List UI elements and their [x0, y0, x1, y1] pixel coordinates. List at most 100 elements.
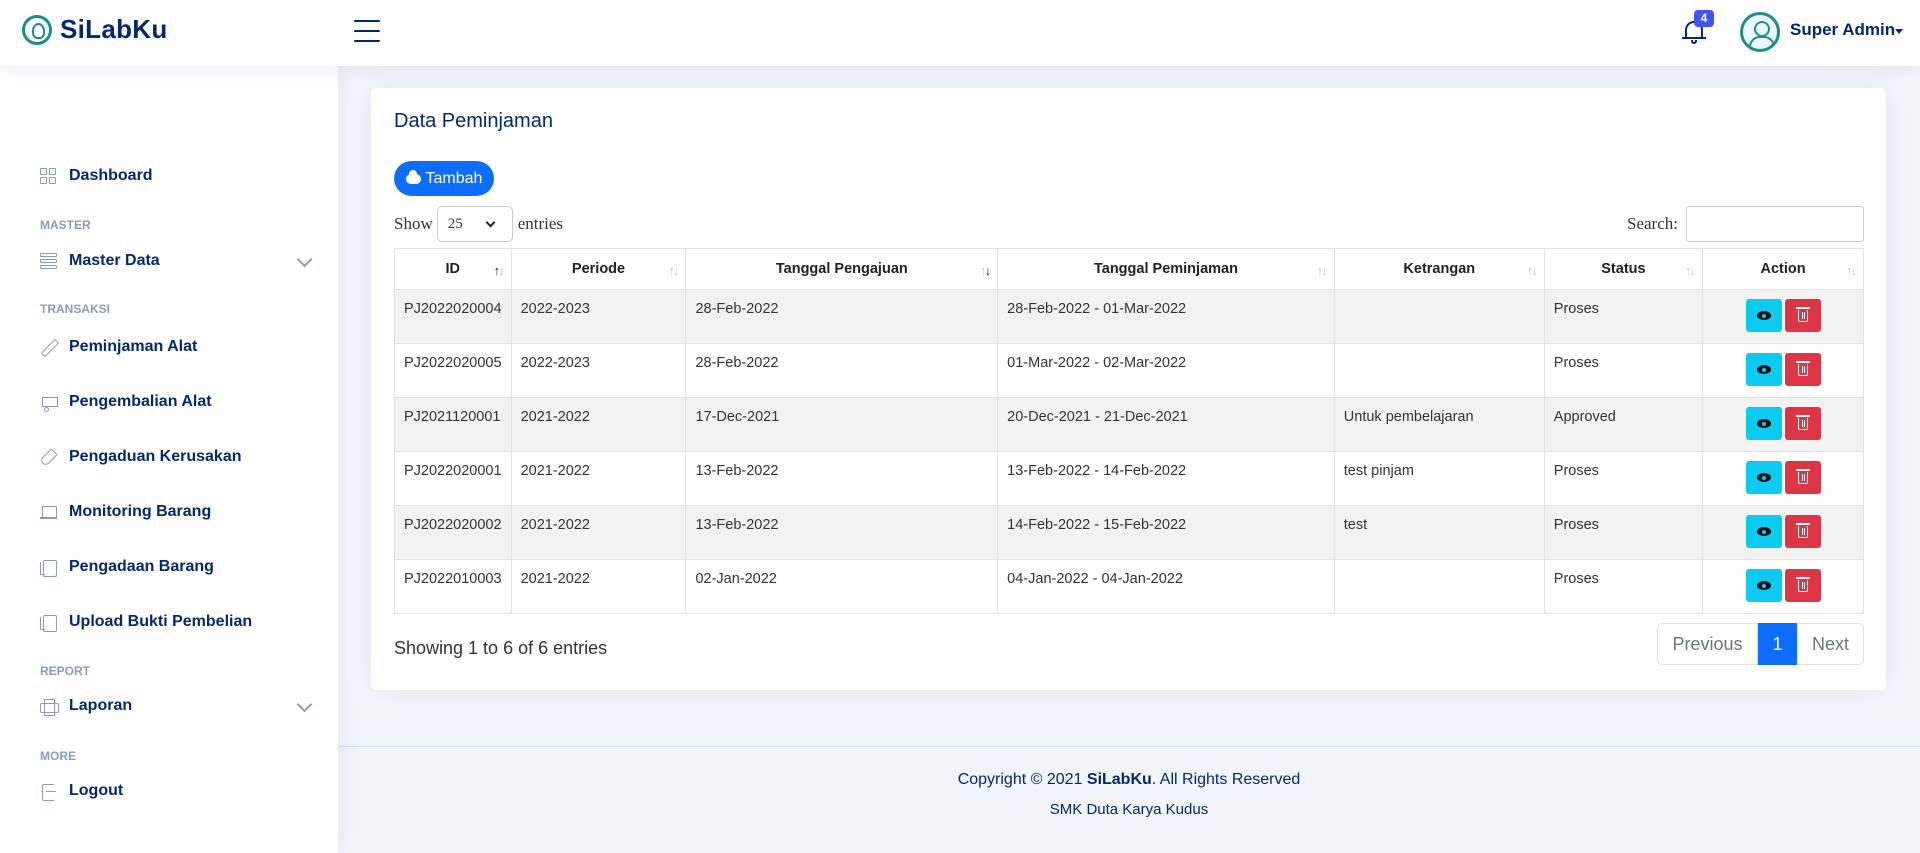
microscope-logo-icon [22, 14, 52, 45]
pagination: Previous 1 Next [1657, 623, 1864, 665]
sidebar-item-label: Pengaduan Kerusakan [69, 448, 242, 465]
sidebar-item-laporan[interactable]: Laporan [40, 692, 313, 720]
eye-icon [1756, 527, 1771, 536]
sidebar-item-label: Pengadaan Barang [69, 558, 214, 575]
previous-page-button[interactable]: Previous [1657, 623, 1758, 665]
chevron-down-icon [485, 217, 496, 228]
sidebar-item-pengadaan-barang[interactable]: Pengadaan Barang [40, 553, 310, 581]
trash-icon [1795, 415, 1810, 430]
trash-icon [1795, 523, 1810, 538]
app-logo[interactable]: SiLabKu [22, 14, 168, 45]
delete-button[interactable] [1784, 569, 1821, 602]
trash-icon [1795, 361, 1810, 376]
sort-icon: ↑↓ [1526, 263, 1538, 278]
sidebar-item-monitoring-barang[interactable]: Monitoring Barang [40, 498, 310, 526]
cell-tanggal-pengajuan: 28-Feb-2022 [685, 289, 999, 344]
delete-button[interactable] [1784, 461, 1821, 494]
school-name: SMK Duta Karya Kudus [1049, 801, 1209, 818]
sidebar-item-dashboard[interactable]: Dashboard [40, 162, 310, 190]
search-input[interactable] [1686, 206, 1864, 242]
cell-id: PJ2021120001 [394, 397, 512, 452]
sidebar-item-master-data[interactable]: Master Data [40, 247, 313, 275]
user-avatar[interactable] [1740, 12, 1780, 52]
footer: Copyright © 2021 SiLabKu. All Rights Res… [338, 746, 1920, 853]
sidebar-toggle-button[interactable] [354, 20, 380, 42]
pen-icon [40, 449, 57, 466]
column-header-id[interactable]: ID ↑↓ [394, 248, 512, 290]
hamburger-line [354, 30, 380, 32]
trash-icon [1795, 307, 1810, 322]
copyright: Copyright © 2021 SiLabKu. All Rights Res… [957, 771, 1301, 788]
sidebar-item-pengembalian-alat[interactable]: Pengembalian Alat [40, 388, 310, 416]
sidebar-heading-transaksi: TRANSAKSI [40, 302, 111, 316]
chevron-down-icon [296, 696, 313, 713]
app-name: SiLabKu [60, 14, 168, 44]
cell-action [1702, 451, 1864, 506]
copyright-brand: SiLabKu [1086, 771, 1152, 788]
sidebar-item-label: Laporan [69, 697, 133, 714]
column-header-tanggal-peminjaman[interactable]: Tanggal Peminjaman ↑↓ [997, 248, 1335, 290]
delete-button[interactable] [1784, 407, 1821, 440]
cell-periode: 2021-2022 [510, 451, 687, 506]
cell-status: Approved [1543, 397, 1704, 452]
page-1-button[interactable]: 1 [1758, 623, 1797, 665]
table-row: PJ2022020004 2022-2023 28-Feb-2022 28-Fe… [394, 289, 1864, 344]
table-info: Showing 1 to 6 of 6 entries [394, 638, 608, 658]
cell-tanggal-peminjaman: 14-Feb-2022 - 15-Feb-2022 [997, 505, 1335, 560]
delete-button[interactable] [1784, 515, 1821, 548]
sidebar-item-upload-bukti-pembelian[interactable]: Upload Bukti Pembelian [40, 608, 310, 636]
sidebar-item-pengaduan-kerusakan[interactable]: Pengaduan Kerusakan [40, 443, 310, 471]
eye-icon [1756, 419, 1771, 428]
page-length-select[interactable]: 25 [436, 206, 513, 242]
cell-tanggal-peminjaman: 20-Dec-2021 - 21-Dec-2021 [997, 397, 1335, 452]
notification-count-badge: 4 [1694, 10, 1714, 27]
delete-button[interactable] [1784, 353, 1821, 386]
cell-status: Proses [1543, 559, 1704, 614]
sidebar-item-label: Pengembalian Alat [69, 393, 212, 410]
view-button[interactable] [1745, 299, 1782, 332]
column-header-action[interactable]: Action ↑↓ [1702, 248, 1864, 290]
cell-tanggal-peminjaman: 01-Mar-2022 - 02-Mar-2022 [997, 343, 1335, 398]
column-header-periode[interactable]: Periode ↑↓ [510, 248, 687, 290]
sidebar-item-label: Dashboard [69, 167, 153, 184]
delete-button[interactable] [1784, 299, 1821, 332]
eye-icon [1756, 311, 1771, 320]
next-page-button[interactable]: Next [1797, 623, 1864, 665]
cell-action [1702, 505, 1864, 560]
cell-ketrangan [1333, 343, 1545, 398]
column-header-ketrangan[interactable]: Ketrangan ↑↓ [1333, 248, 1545, 290]
sidebar-heading-master: MASTER [40, 218, 91, 232]
documents-icon [40, 614, 57, 632]
cell-id: PJ2022020001 [394, 451, 512, 506]
user-menu-toggle[interactable]: Super Admin [1790, 20, 1895, 40]
sidebar-item-label: Logout [69, 782, 124, 799]
column-header-tanggal-pengajuan[interactable]: Tanggal Pengajuan ↑↓ [685, 248, 999, 290]
peminjaman-table: ID ↑↓ Periode ↑↓ Tanggal Pengajuan ↑↓ Tangg… [394, 248, 1864, 614]
cell-tanggal-peminjaman: 13-Feb-2022 - 14-Feb-2022 [997, 451, 1335, 506]
cell-tanggal-pengajuan: 13-Feb-2022 [685, 505, 999, 560]
cell-periode: 2021-2022 [510, 397, 687, 452]
add-button[interactable]: Tambah [394, 161, 494, 196]
caret-down-icon[interactable] [1895, 29, 1903, 34]
printer-icon [40, 698, 59, 716]
entries-label: entries [517, 214, 564, 233]
menu-list-icon [40, 252, 57, 270]
documents-icon [40, 559, 57, 577]
view-button[interactable] [1745, 407, 1782, 440]
view-button[interactable] [1745, 569, 1782, 602]
sort-icon: ↑↓ [668, 263, 679, 278]
sidebar-item-logout[interactable]: Logout [40, 777, 310, 805]
view-button[interactable] [1745, 461, 1782, 494]
sidebar-item-peminjaman-alat[interactable]: Peminjaman Alat [40, 333, 310, 361]
cell-tanggal-pengajuan: 13-Feb-2022 [685, 451, 999, 506]
hamburger-line [354, 40, 380, 42]
view-button[interactable] [1745, 515, 1782, 548]
laptop-icon [40, 504, 57, 521]
cell-periode: 2022-2023 [510, 289, 687, 344]
column-header-status[interactable]: Status ↑↓ [1543, 248, 1704, 290]
view-button[interactable] [1745, 353, 1782, 386]
cell-id: PJ2022020002 [394, 505, 512, 560]
cell-ketrangan: test [1333, 505, 1545, 560]
trash-icon [1795, 577, 1810, 592]
cell-ketrangan: Untuk pembelajaran [1333, 397, 1545, 452]
